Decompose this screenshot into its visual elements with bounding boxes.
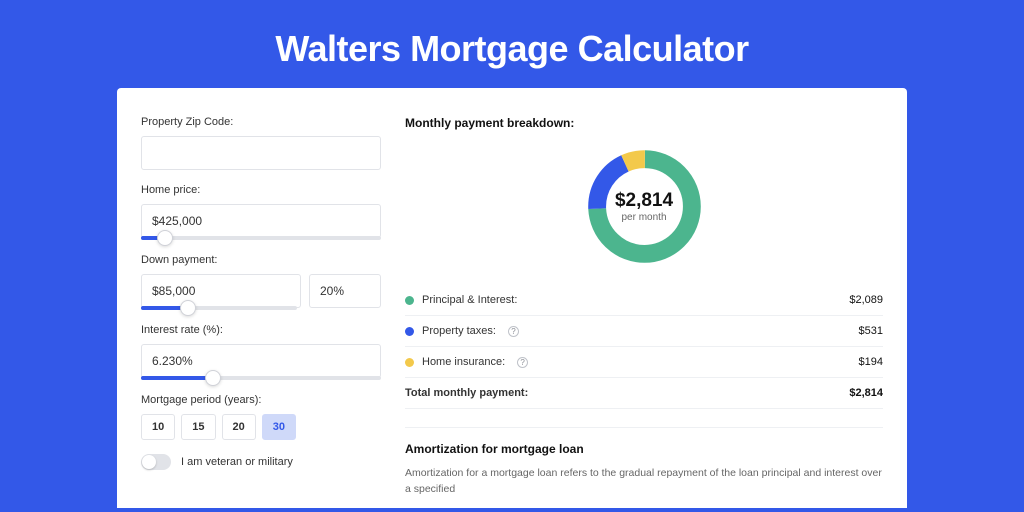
down-field-block: Down payment: bbox=[141, 254, 381, 310]
veteran-label: I am veteran or military bbox=[181, 456, 293, 468]
period-label: Mortgage period (years): bbox=[141, 394, 381, 406]
period-10-button[interactable]: 10 bbox=[141, 414, 175, 440]
period-options: 10 15 20 30 bbox=[141, 414, 381, 440]
donut-wrap: $2,814 per month bbox=[405, 144, 883, 269]
dot-insurance-icon bbox=[405, 358, 414, 367]
rate-slider[interactable] bbox=[141, 376, 381, 380]
veteran-toggle[interactable] bbox=[141, 454, 171, 470]
legend-total-value: $2,814 bbox=[849, 387, 883, 399]
zip-field-block: Property Zip Code: bbox=[141, 116, 381, 170]
legend-val-insurance: $194 bbox=[859, 356, 883, 368]
donut-sub: per month bbox=[621, 212, 666, 223]
dot-taxes-icon bbox=[405, 327, 414, 336]
price-input[interactable] bbox=[141, 204, 381, 238]
legend-row-taxes: Property taxes: ? $531 bbox=[405, 316, 883, 347]
rate-field-block: Interest rate (%): bbox=[141, 324, 381, 380]
legend-label-insurance: Home insurance: bbox=[422, 356, 505, 368]
rate-slider-thumb[interactable] bbox=[205, 370, 221, 386]
amort-text: Amortization for a mortgage loan refers … bbox=[405, 466, 883, 498]
zip-label: Property Zip Code: bbox=[141, 116, 381, 128]
period-30-button[interactable]: 30 bbox=[262, 414, 296, 440]
amort-title: Amortization for mortgage loan bbox=[405, 442, 883, 456]
period-15-button[interactable]: 15 bbox=[181, 414, 215, 440]
donut-chart: $2,814 per month bbox=[582, 144, 707, 269]
breakdown-panel: Monthly payment breakdown: $2,814 per mo… bbox=[405, 116, 883, 498]
donut-total: $2,814 bbox=[615, 190, 673, 212]
legend-label-principal: Principal & Interest: bbox=[422, 294, 517, 306]
rate-input[interactable] bbox=[141, 344, 381, 378]
calculator-card: Property Zip Code: Home price: Down paym… bbox=[117, 88, 907, 508]
dot-principal-icon bbox=[405, 296, 414, 305]
legend-row-principal: Principal & Interest: $2,089 bbox=[405, 285, 883, 316]
legend-row-insurance: Home insurance: ? $194 bbox=[405, 347, 883, 378]
price-slider[interactable] bbox=[141, 236, 381, 240]
down-slider[interactable] bbox=[141, 306, 297, 310]
down-pct-input[interactable] bbox=[309, 274, 381, 308]
period-20-button[interactable]: 20 bbox=[222, 414, 256, 440]
page-title: Walters Mortgage Calculator bbox=[0, 0, 1024, 88]
legend-label-taxes: Property taxes: bbox=[422, 325, 496, 337]
veteran-row: I am veteran or military bbox=[141, 454, 381, 470]
price-field-block: Home price: bbox=[141, 184, 381, 240]
legend-total-label: Total monthly payment: bbox=[405, 387, 528, 399]
legend-row-total: Total monthly payment: $2,814 bbox=[405, 378, 883, 409]
legend-val-taxes: $531 bbox=[859, 325, 883, 337]
donut-center: $2,814 per month bbox=[582, 144, 707, 269]
form-panel: Property Zip Code: Home price: Down paym… bbox=[141, 116, 381, 498]
amortization-section: Amortization for mortgage loan Amortizat… bbox=[405, 427, 883, 498]
legend-val-principal: $2,089 bbox=[849, 294, 883, 306]
rate-label: Interest rate (%): bbox=[141, 324, 381, 336]
toggle-knob bbox=[142, 455, 156, 469]
info-insurance-icon[interactable]: ? bbox=[517, 357, 528, 368]
zip-input[interactable] bbox=[141, 136, 381, 170]
info-taxes-icon[interactable]: ? bbox=[508, 326, 519, 337]
price-slider-thumb[interactable] bbox=[157, 230, 173, 246]
breakdown-title: Monthly payment breakdown: bbox=[405, 116, 883, 130]
down-label: Down payment: bbox=[141, 254, 381, 266]
down-amount-input[interactable] bbox=[141, 274, 301, 308]
down-slider-thumb[interactable] bbox=[180, 300, 196, 316]
period-field-block: Mortgage period (years): 10 15 20 30 bbox=[141, 394, 381, 440]
price-label: Home price: bbox=[141, 184, 381, 196]
